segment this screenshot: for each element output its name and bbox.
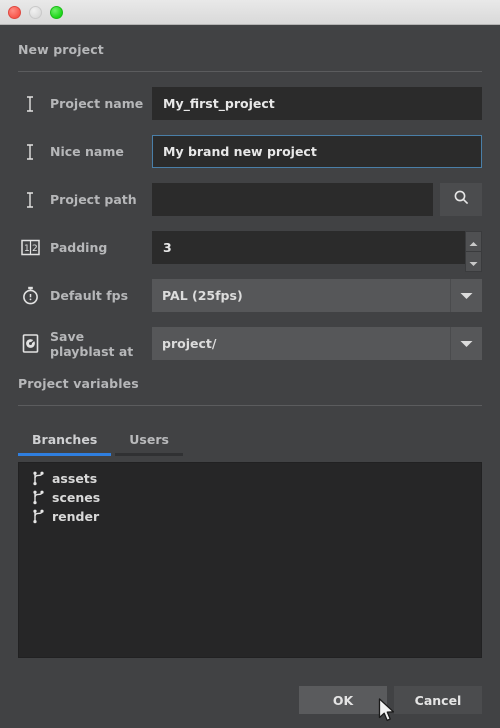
browse-path-button[interactable] [440, 183, 482, 216]
padding-input[interactable] [152, 231, 465, 264]
tab-branches-label: Branches [32, 432, 97, 447]
label-default-fps: Default fps [50, 288, 152, 303]
save-playblast-value: project/ [152, 336, 450, 351]
svg-text:1: 1 [24, 244, 30, 254]
git-branch-icon [29, 490, 47, 505]
ok-button[interactable]: OK [299, 686, 387, 714]
list-item[interactable]: scenes [19, 488, 481, 507]
new-project-section-title: New project [18, 26, 482, 57]
project-variables-section-title: Project variables [18, 360, 482, 391]
list-item-label: assets [52, 471, 97, 486]
tab-users-label: Users [129, 432, 169, 447]
field-wrap-save-playblast: project/ [152, 327, 482, 360]
svg-text:2: 2 [32, 244, 38, 254]
maximize-window-button[interactable] [50, 6, 63, 19]
field-row-project-path: Project path [18, 183, 482, 216]
label-save-playblast: Save playblast at [50, 329, 152, 359]
chevron-down-icon [450, 279, 482, 312]
close-window-button[interactable] [8, 6, 21, 19]
project-path-input[interactable] [152, 183, 433, 216]
stopwatch-icon [18, 285, 42, 307]
list-item[interactable]: assets [19, 469, 481, 488]
nice-name-input[interactable] [152, 135, 482, 168]
default-fps-value: PAL (25fps) [152, 288, 450, 303]
text-cursor-icon [18, 189, 42, 211]
section-separator-top [18, 71, 482, 72]
padding-stepper [465, 231, 482, 264]
cancel-button[interactable]: Cancel [394, 686, 482, 714]
save-playblast-dropdown[interactable]: project/ [152, 327, 482, 360]
field-wrap-project-name [152, 87, 482, 120]
label-project-path: Project path [50, 192, 152, 207]
list-item-label: scenes [52, 490, 100, 505]
window-title-bar [0, 0, 500, 25]
text-cursor-icon [18, 93, 42, 115]
chevron-down-icon [469, 252, 478, 271]
playblast-disc-icon [18, 333, 42, 355]
list-item[interactable]: render [19, 507, 481, 526]
tab-users[interactable]: Users [115, 428, 183, 456]
padding-increment-button[interactable] [465, 231, 482, 251]
text-cursor-icon [18, 141, 42, 163]
project-variables-tabs: Branches Users [18, 428, 482, 456]
padding-decrement-button[interactable] [465, 251, 482, 272]
default-fps-dropdown[interactable]: PAL (25fps) [152, 279, 482, 312]
field-wrap-nice-name [152, 135, 482, 168]
field-row-project-name: Project name [18, 87, 482, 120]
field-row-save-playblast: Save playblast at project/ [18, 327, 482, 360]
padding-spinbox [152, 231, 465, 264]
number-padding-icon: 1 2 [18, 237, 42, 259]
field-row-default-fps: Default fps PAL (25fps) [18, 279, 482, 312]
dialog-button-bar: OK Cancel [299, 686, 482, 714]
new-project-dialog: New project Project name Nice name Proje… [0, 26, 500, 726]
list-item-label: render [52, 509, 99, 524]
chevron-down-icon [450, 327, 482, 360]
field-wrap-padding [152, 231, 482, 264]
section-separator-bottom [18, 405, 482, 406]
field-row-nice-name: Nice name [18, 135, 482, 168]
label-project-name: Project name [50, 96, 152, 111]
project-name-input[interactable] [152, 87, 482, 120]
label-padding: Padding [50, 240, 152, 255]
tab-branches[interactable]: Branches [18, 428, 111, 456]
chevron-up-icon [469, 232, 478, 251]
field-row-padding: 1 2 Padding [18, 231, 482, 264]
git-branch-icon [29, 471, 47, 486]
branches-list[interactable]: assets scenes render [18, 462, 482, 658]
label-nice-name: Nice name [50, 144, 152, 159]
minimize-window-button[interactable] [29, 6, 42, 19]
git-branch-icon [29, 509, 47, 524]
field-wrap-default-fps: PAL (25fps) [152, 279, 482, 312]
search-icon [453, 189, 470, 210]
field-wrap-project-path [152, 183, 482, 216]
